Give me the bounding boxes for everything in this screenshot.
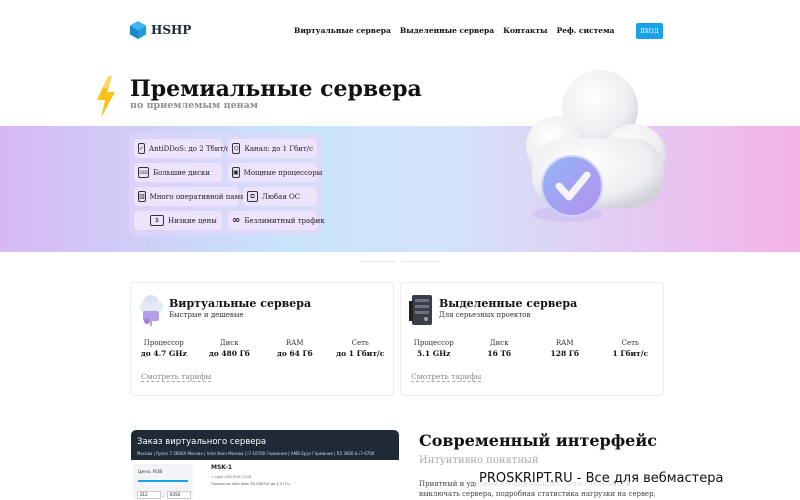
nav-referral[interactable]: Реф. система [557, 26, 615, 35]
hero-title: Премиальные сервера [130, 76, 422, 102]
spec-value: 128 Гб [550, 349, 579, 358]
spec-network: Сеть 1 Гбит/с [600, 339, 660, 358]
order-preview-body: Цена, RUB 212 – 6350 MSK-1 1 ядро 2GB RA… [131, 460, 399, 500]
site-header: HSHP Виртуальные сервера Выделенные серв… [0, 0, 800, 62]
spec-disk: Диск до 480 Гб [199, 339, 259, 358]
view-plans-link[interactable]: Смотреть тарифы [141, 372, 212, 382]
divider [402, 261, 440, 262]
price-icon: $ [150, 215, 164, 226]
feature-price: $ Низкие цены [134, 211, 222, 230]
spec-label: Процессор [413, 339, 454, 347]
spec-value: до 1 Гбит/с [336, 349, 385, 358]
feature-label: Много оперативной памяти [149, 192, 253, 201]
spec-label: Диск [489, 339, 509, 347]
spec-value: до 64 Гб [276, 349, 313, 358]
logo[interactable]: HSHP [129, 20, 191, 40]
order-preview-title: Заказ виртуального сервера [137, 437, 267, 447]
login-button[interactable]: ВХОД [636, 23, 663, 39]
card-subtitle: Быстрые и дешевые [169, 311, 244, 319]
spec-label: Диск [219, 339, 239, 347]
virtual-servers-card[interactable]: Виртуальные сервера Быстрые и дешевые Пр… [130, 282, 394, 396]
shield-check-icon: ✓ [138, 143, 146, 154]
price-filter: Цена, RUB 212 – 6350 [133, 464, 193, 499]
watermark: PROSKRIPT.RU - Все для вебмастера [476, 471, 727, 486]
os-icon: ⧉ [247, 191, 258, 202]
spec-network: Сеть до 1 Гбит/с [330, 339, 390, 358]
order-preview-tabs: Москва | Ryzen 7 5800X Москва | Intel Xe… [137, 451, 375, 456]
feature-label: AntiDDoS: до 2 Тбит/с [149, 144, 230, 153]
feature-label: Любая ОС [262, 192, 301, 201]
spec-label: Сеть [351, 339, 369, 347]
infinity-icon: ∞ [232, 215, 241, 226]
plan-info: MSK-1 1 ядро 2GB RAM 15GB Процессор Inte… [211, 464, 290, 486]
range-dash: – [162, 493, 164, 498]
feature-traffic: ∞ Безлимитный трафик [228, 211, 325, 230]
cpu-icon: ▣ [232, 167, 240, 178]
section-subtitle: Интуитивно понятный [419, 455, 539, 466]
feature-channel: ⌬ Канал: до 1 Гбит/с [228, 139, 317, 158]
spec-ram: RAM 128 Гб [535, 339, 595, 358]
feature-label: Безлимитный трафик [244, 216, 325, 225]
spec-cpu: Процессор до 4.7 GHz [134, 339, 194, 358]
features-panel: ✓ AntiDDoS: до 2 Тбит/с ⌬ Канал: до 1 Гб… [129, 133, 325, 236]
spec-value: 5.1 GHz [417, 349, 451, 358]
price-min: 212 [137, 491, 161, 499]
dedicated-servers-card[interactable]: Выделенные сервера Для серьезных проекто… [400, 282, 664, 396]
section-title: Современный интерфейс [419, 431, 657, 450]
spec-list: Процессор 5.1 GHz Диск 16 Тб RAM 128 Гб … [401, 339, 663, 358]
ssd-icon: SSD [138, 167, 149, 178]
hero-subtitle: по приемлемым ценам [130, 100, 259, 111]
feature-cpu: ▣ Мощные процессоры [228, 163, 322, 182]
card-subtitle: Для серьезных проектов [439, 311, 531, 319]
hero-band [0, 126, 800, 252]
price-slider [138, 480, 188, 482]
card-title: Виртуальные сервера [169, 297, 312, 310]
plan-cpu: Процессор Intel Xeon E5-2667v2 до 4.0 ГГ… [211, 482, 290, 486]
plan-name: MSK-1 [211, 464, 233, 471]
spec-disk: Диск 16 Тб [469, 339, 529, 358]
lightning-icon [97, 76, 115, 118]
spec-value: до 480 Гб [208, 349, 250, 358]
price-max: 6350 [167, 491, 191, 499]
feature-os: ⧉ Любая ОС [243, 187, 317, 206]
cloud-servers-icon [140, 295, 163, 326]
cube-logo-icon [129, 21, 147, 39]
spec-label: RAM [556, 339, 574, 347]
divider [360, 261, 395, 262]
feature-label: Большие диски [153, 168, 211, 177]
cloud-check-illustration [526, 70, 666, 222]
plan-specs: 1 ядро 2GB RAM 15GB [211, 475, 252, 479]
logo-text: HSHP [151, 23, 192, 37]
spec-value: 16 Тб [487, 349, 512, 358]
feature-disks: SSD Большие диски [134, 163, 222, 182]
feature-antiddos: ✓ AntiDDoS: до 2 Тбит/с [134, 139, 230, 158]
nav-contacts[interactable]: Контакты [503, 26, 547, 35]
feature-label: Канал: до 1 Гбит/с [244, 144, 313, 153]
feature-label: Низкие цены [168, 216, 217, 225]
card-title: Выделенные сервера [439, 297, 578, 310]
spec-label: RAM [286, 339, 304, 347]
spec-cpu: Процессор 5.1 GHz [404, 339, 464, 358]
spec-value: 1 Гбит/с [612, 349, 649, 358]
spec-label: Сеть [621, 339, 639, 347]
network-icon: ⌬ [232, 143, 241, 154]
nav-dedicated-servers[interactable]: Выделенные сервера [400, 26, 494, 35]
view-plans-link[interactable]: Смотреть тарифы [411, 372, 482, 382]
feature-label: Мощные процессоры [243, 168, 323, 177]
price-label: Цена, RUB [138, 470, 163, 475]
spec-label: Процессор [143, 339, 184, 347]
nav-virtual-servers[interactable]: Виртуальные сервера [294, 26, 391, 35]
spec-ram: RAM до 64 Гб [265, 339, 325, 358]
spec-value: до 4.7 GHz [140, 349, 187, 358]
feature-ram: ▥ Много оперативной памяти [134, 187, 253, 206]
spec-list: Процессор до 4.7 GHz Диск до 480 Гб RAM … [131, 339, 393, 358]
server-rack-icon [409, 295, 432, 325]
order-preview-screenshot: Заказ виртуального сервера Москва | Ryze… [131, 430, 399, 500]
ram-icon: ▥ [138, 191, 146, 202]
main-nav: Виртуальные сервера Выделенные сервера К… [294, 26, 614, 35]
